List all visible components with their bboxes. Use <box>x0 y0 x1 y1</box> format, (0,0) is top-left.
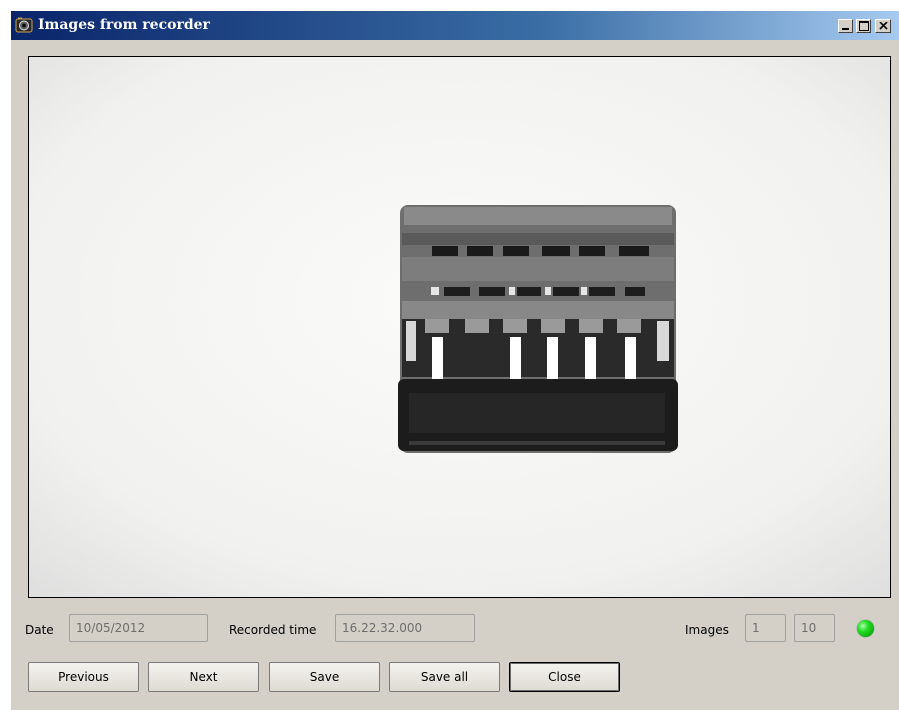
recorded-image-view <box>28 56 891 598</box>
images-label: Images <box>685 623 729 637</box>
save-button[interactable]: Save <box>269 662 380 692</box>
recorded-time-field[interactable]: 16.22.32.000 <box>335 614 475 642</box>
window-title: Images from recorder <box>38 17 210 33</box>
date-field[interactable]: 10/05/2012 <box>69 614 208 642</box>
current-image-field[interactable]: 1 <box>745 614 786 642</box>
maximize-button[interactable] <box>856 19 871 33</box>
next-button[interactable]: Next <box>148 662 259 692</box>
title-bar[interactable]: Images from recorder <box>11 11 899 40</box>
close-button[interactable]: Close <box>509 662 620 692</box>
connector-photo <box>29 57 890 597</box>
status-indicator-icon <box>857 620 874 637</box>
recorded-time-label: Recorded time <box>229 623 317 637</box>
previous-button[interactable]: Previous <box>28 662 139 692</box>
recorder-window: Images from recorder Date 10/05/2012 Rec… <box>11 11 899 710</box>
date-label: Date <box>25 623 54 637</box>
total-images-field[interactable]: 10 <box>794 614 835 642</box>
save-all-button[interactable]: Save all <box>389 662 500 692</box>
close-window-button[interactable] <box>875 19 891 33</box>
camera-app-icon <box>15 17 33 33</box>
close-icon <box>879 22 888 30</box>
minimize-button[interactable] <box>838 19 853 33</box>
